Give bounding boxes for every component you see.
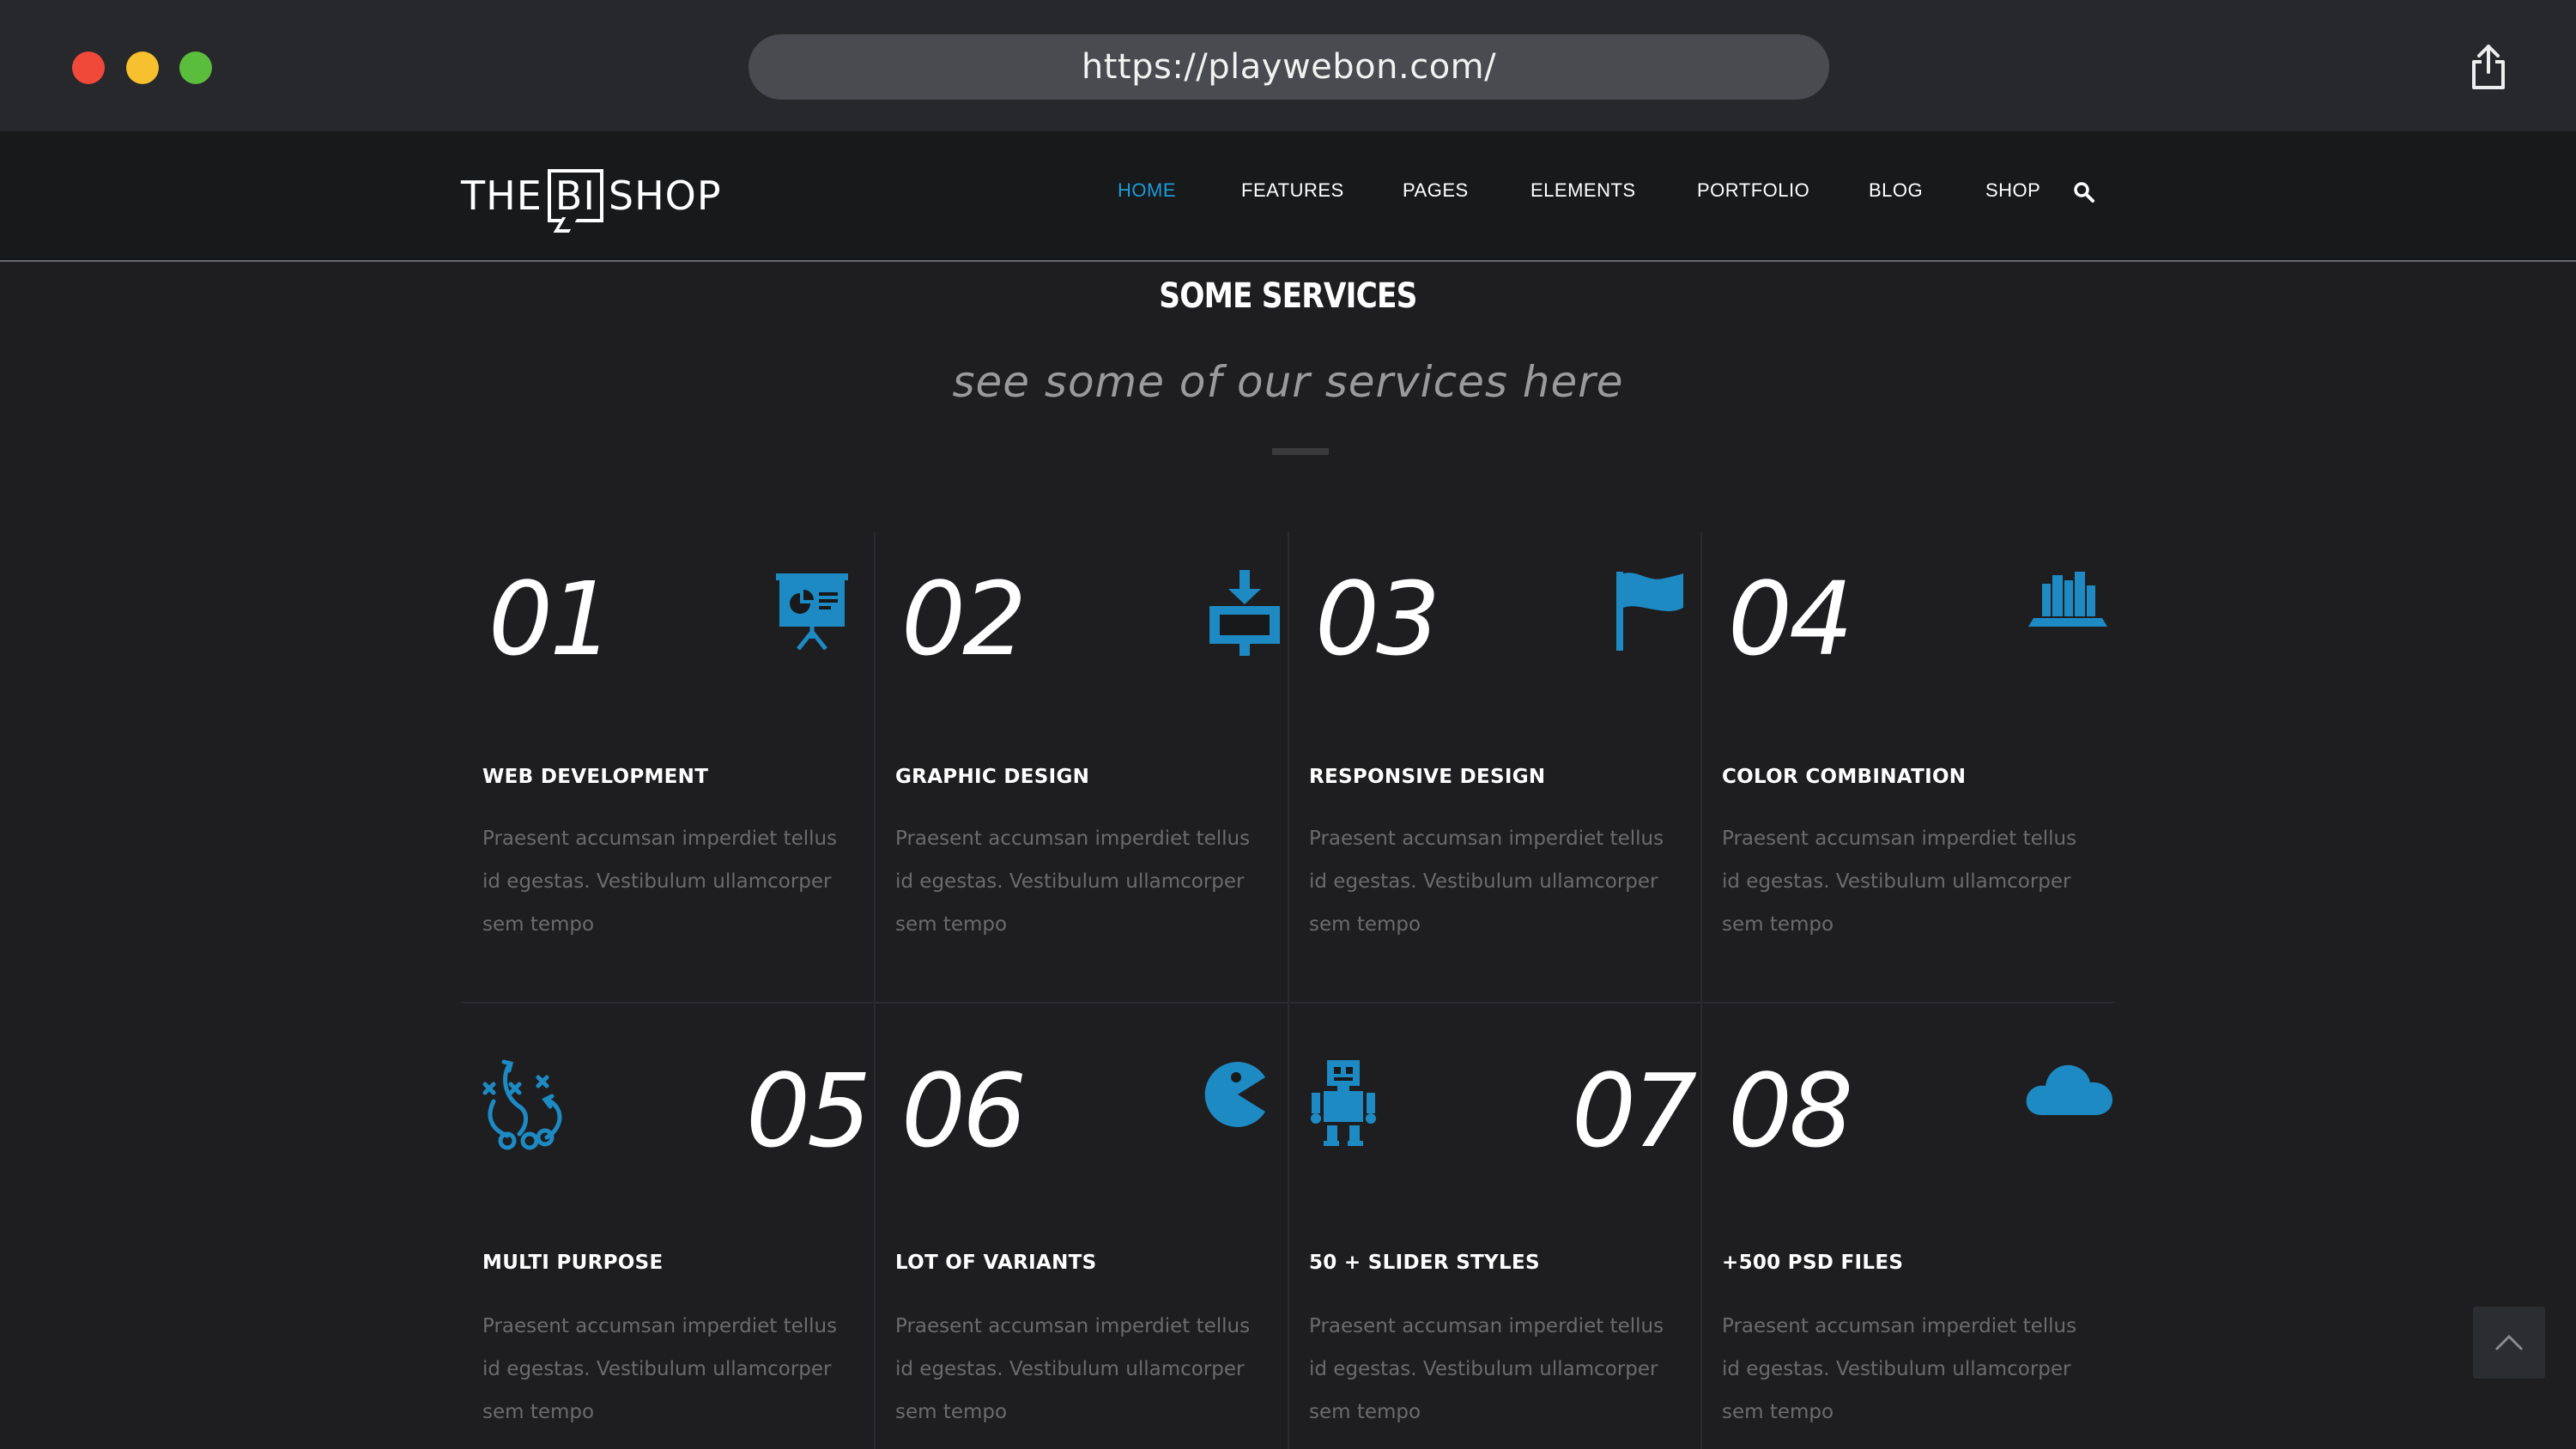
section-divider	[1272, 448, 1329, 455]
service-title: WEB DEVELOPMENT	[482, 766, 709, 788]
strategy-icon	[482, 1058, 576, 1151]
flag-icon	[1613, 570, 1687, 652]
service-number: 02	[901, 560, 1027, 678]
service-number: 07	[1572, 1052, 1697, 1170]
chevron-up-icon	[2494, 1334, 2524, 1351]
service-number: 06	[901, 1052, 1027, 1170]
service-description: Praesent accumsan imperdiet tellus id eg…	[482, 1315, 838, 1423]
nav-elements[interactable]: ELEMENTS	[1530, 179, 1636, 202]
service-title: MULTI PURPOSE	[482, 1252, 664, 1274]
section-subtitle: see some of our services here	[952, 357, 1624, 407]
service-title: RESPONSIVE DESIGN	[1309, 766, 1546, 788]
service-number: 05	[746, 1052, 871, 1170]
service-number: 08	[1728, 1052, 1853, 1170]
search-icon[interactable]	[2073, 181, 2095, 203]
service-title: +500 PSD FILES	[1722, 1252, 1904, 1274]
presentation-icon	[771, 570, 853, 652]
nav-pages[interactable]: PAGES	[1403, 179, 1469, 202]
service-description: Praesent accumsan imperdiet tellus id eg…	[1309, 1315, 1664, 1423]
nav-portfolio[interactable]: PORTFOLIO	[1697, 179, 1809, 202]
service-description: Praesent accumsan imperdiet tellus id eg…	[482, 828, 838, 936]
monitor-download-icon	[1206, 570, 1283, 659]
minimize-window-button[interactable]	[126, 52, 159, 84]
service-title: 50 + SLIDER STYLES	[1309, 1252, 1540, 1274]
service-description: Praesent accumsan imperdiet tellus id eg…	[1309, 828, 1664, 936]
service-card: 07 50 + SLIDER STYLES Praesent accumsan …	[1288, 1003, 1700, 1449]
service-title: COLOR COMBINATION	[1722, 766, 1967, 788]
bookshelf-icon	[2027, 568, 2109, 628]
services-grid: 01 WEB DEVELOPMENT Praesent accumsan imp…	[461, 532, 2115, 1449]
service-description: Praesent accumsan imperdiet tellus id eg…	[1722, 1315, 2077, 1423]
url-text: https://playwebon.com/	[1081, 47, 1497, 87]
service-card: 04 COLOR COMBINATION Praesent accumsan i…	[1700, 532, 2113, 1002]
cloud-icon	[2025, 1058, 2114, 1119]
main-nav: HOME FEATURES PAGES ELEMENTS PORTFOLIO B…	[0, 131, 2576, 260]
service-card: 03 RESPONSIVE DESIGN Praesent accumsan i…	[1288, 532, 1700, 1002]
maximize-window-button[interactable]	[179, 52, 212, 84]
pacman-icon	[1200, 1058, 1269, 1131]
service-card: 01 WEB DEVELOPMENT Praesent accumsan imp…	[461, 532, 874, 1002]
address-bar[interactable]: https://playwebon.com/	[749, 34, 1829, 100]
nav-features[interactable]: FEATURES	[1241, 179, 1344, 202]
service-description: Praesent accumsan imperdiet tellus id eg…	[1722, 828, 2077, 936]
robot-icon	[1308, 1058, 1379, 1148]
service-number: 03	[1315, 560, 1440, 678]
service-number: 04	[1728, 560, 1853, 678]
service-card: 02 GRAPHIC DESIGN Praesent accumsan impe…	[874, 532, 1287, 1002]
close-window-button[interactable]	[72, 52, 105, 84]
service-description: Praesent accumsan imperdiet tellus id eg…	[895, 1315, 1251, 1423]
section-title: SOME SERVICES	[1159, 276, 1417, 316]
nav-home[interactable]: HOME	[1118, 179, 1176, 202]
browser-chrome: https://playwebon.com/	[0, 0, 2576, 131]
nav-blog[interactable]: BLOG	[1869, 179, 1923, 202]
back-to-top-button[interactable]	[2473, 1307, 2545, 1379]
service-number: 01	[488, 560, 614, 678]
service-card: 06 LOT OF VARIANTS Praesent accumsan imp…	[874, 1003, 1287, 1449]
service-card: 08 +500 PSD FILES Praesent accumsan impe…	[1700, 1003, 2113, 1449]
service-description: Praesent accumsan imperdiet tellus id eg…	[895, 828, 1251, 936]
service-title: LOT OF VARIANTS	[895, 1252, 1097, 1274]
site-header: THE BI SHOP HOME FEATURES PAGES ELEMENTS…	[0, 131, 2576, 262]
nav-shop[interactable]: SHOP	[1985, 179, 2040, 202]
service-title: GRAPHIC DESIGN	[895, 766, 1090, 788]
service-card: 05 MULTI PURPOSE Praesent accumsan imper…	[461, 1003, 874, 1449]
share-icon[interactable]	[2469, 43, 2508, 91]
